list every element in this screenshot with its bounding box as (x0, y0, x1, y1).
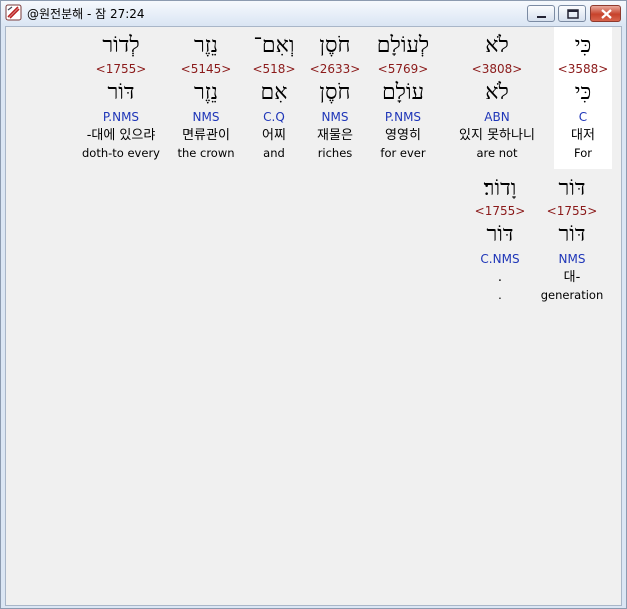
korean-gloss: 대저 (571, 128, 595, 143)
parse-code: P.NMS (102, 110, 140, 124)
strong-number[interactable]: <3808> (447, 62, 547, 76)
korean-gloss: 재물은 (317, 128, 353, 143)
parse-code: NMS (558, 252, 586, 266)
hebrew-surface: כִּי (574, 33, 592, 58)
english-gloss: for ever (380, 146, 426, 160)
parse-code: C (578, 110, 588, 124)
bible-app-icon[interactable] (5, 4, 22, 21)
word-column[interactable]: לְעוֹלָם <5769> עוֹלָם P.NMS 영영히 for eve… (367, 27, 439, 169)
word-column[interactable]: לֹא <3808> לֹא ABN 있지 못하나니 are not (447, 27, 547, 169)
analysis-panel[interactable]: כִּי <3588> כִּי C 대저 For לֹא <3808> לֹא… (5, 26, 622, 606)
english-gloss: . (498, 288, 502, 302)
english-gloss: are not (476, 146, 518, 160)
hebrew-surface: דּוֹר (558, 176, 586, 201)
word-column[interactable]: דּוֹר <1755> דּוֹר NMS 대- generation (537, 173, 607, 305)
hebrew-lemma: דּוֹר (107, 80, 135, 105)
app-window: @원전분해 - 잠 27:24 כִּי <3588> כִּי C 대저 Fo… (0, 0, 627, 609)
minimize-button[interactable] (527, 5, 555, 22)
hebrew-lemma: אִם (260, 80, 288, 105)
english-gloss: the crown (177, 146, 235, 160)
hebrew-lemma: נֵזֶר (193, 80, 219, 105)
parse-code: C.Q (263, 110, 285, 124)
minimize-icon (537, 16, 546, 18)
close-button[interactable] (590, 5, 621, 22)
korean-gloss: 어찌 (262, 128, 286, 143)
korean-gloss: 면류관이 (182, 128, 230, 143)
title-bar[interactable]: @원전분해 - 잠 27:24 (1, 1, 626, 25)
hebrew-surface: וְאִם־ (253, 33, 295, 58)
strong-number[interactable]: <5145> (172, 62, 240, 76)
hebrew-surface: לְדוֹר (102, 33, 140, 58)
hebrew-surface: לֹא (485, 33, 509, 58)
word-column[interactable]: וְאִם־ <518> אִם C.Q 어찌 and (249, 27, 299, 169)
korean-gloss: 있지 못하나니 (459, 128, 535, 143)
maximize-button[interactable] (558, 5, 586, 22)
maximize-icon (567, 9, 579, 19)
strong-number[interactable]: <1755> (467, 204, 533, 218)
parse-code: C.NMS (480, 252, 520, 266)
english-gloss: For (574, 146, 592, 160)
strong-number[interactable]: <1755> (76, 62, 166, 76)
english-gloss: and (263, 146, 285, 160)
close-icon (601, 9, 612, 19)
korean-gloss: 영영히 (385, 128, 421, 143)
hebrew-lemma: דּוֹר (558, 222, 586, 247)
strong-number[interactable]: <2633> (307, 62, 363, 76)
hebrew-surface: נֵזֶר (193, 33, 219, 58)
korean-gloss: . (497, 270, 503, 285)
strong-number[interactable]: <3588> (554, 62, 612, 76)
hebrew-lemma: כִּי (574, 80, 592, 105)
hebrew-lemma: עוֹלָם (381, 80, 425, 105)
hebrew-lemma: חֹסֶן (319, 80, 351, 105)
window-title: @원전분해 - 잠 27:24 (27, 7, 145, 21)
hebrew-surface: חֹסֶן (319, 33, 351, 58)
english-gloss: generation (540, 288, 604, 302)
hebrew-surface: וָדוֹר׃ (483, 176, 517, 201)
hebrew-lemma: לֹא (485, 80, 509, 105)
word-column[interactable]: לְדוֹר <1755> דּוֹר P.NMS -대에 있으랴 doth-t… (76, 27, 166, 169)
word-column[interactable]: נֵזֶר <5145> נֵזֶר NMS 면류관이 the crown (172, 27, 240, 169)
strong-number[interactable]: <5769> (367, 62, 439, 76)
hebrew-surface: לְעוֹלָם (376, 33, 430, 58)
english-gloss: doth-to every (82, 146, 160, 160)
word-column[interactable]: וָדוֹר׃ <1755> דּוֹר C.NMS . . (467, 173, 533, 305)
strong-number[interactable]: <1755> (537, 204, 607, 218)
parse-code: NMS (192, 110, 220, 124)
parse-code: ABN (484, 110, 510, 124)
parse-code: NMS (321, 110, 349, 124)
hebrew-lemma: דּוֹר (486, 222, 514, 247)
korean-gloss: 대- (563, 270, 581, 285)
english-gloss: riches (317, 146, 353, 160)
parse-code: P.NMS (384, 110, 422, 124)
strong-number[interactable]: <518> (249, 62, 299, 76)
korean-gloss: -대에 있으랴 (86, 128, 156, 143)
word-column[interactable]: חֹסֶן <2633> חֹסֶן NMS 재물은 riches (307, 27, 363, 169)
word-column[interactable]: כִּי <3588> כִּי C 대저 For (554, 27, 612, 169)
